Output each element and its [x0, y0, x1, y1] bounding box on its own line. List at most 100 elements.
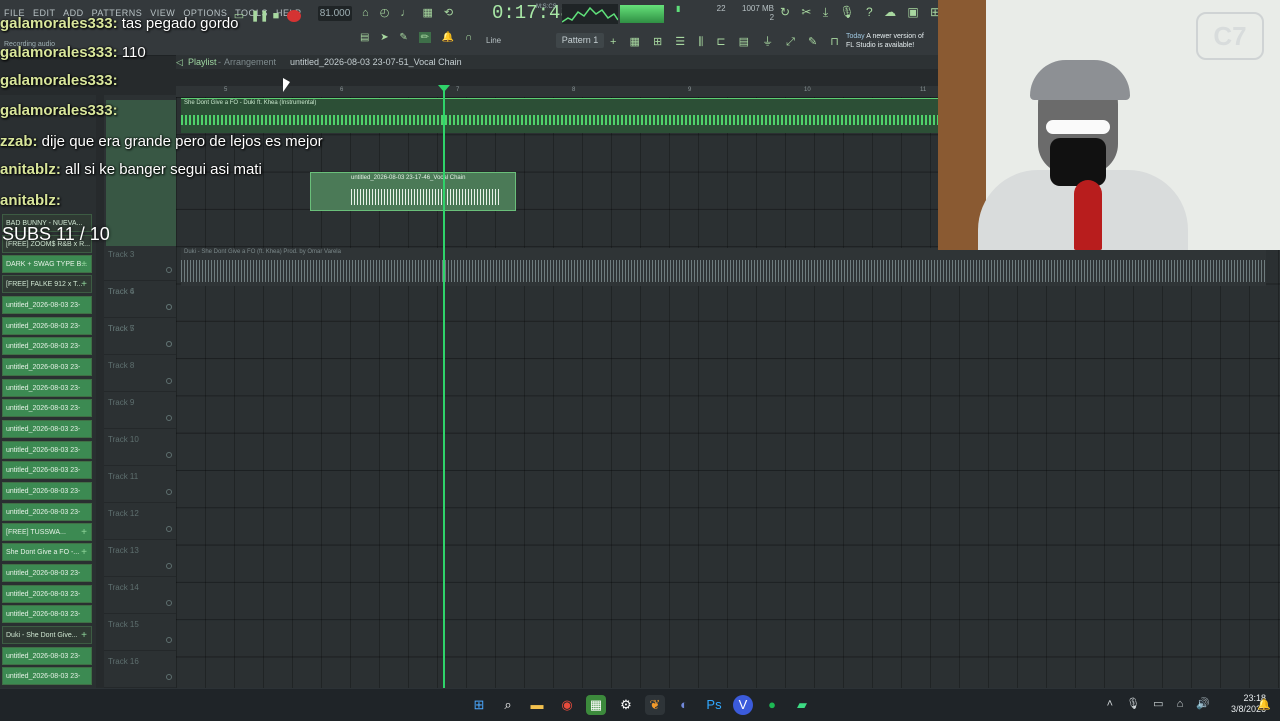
bell-icon[interactable]: 🔔: [442, 32, 454, 43]
browser-item[interactable]: untitled_2026-08-03 23-: [2, 503, 92, 521]
track-led-icon[interactable]: [166, 526, 172, 532]
cloud-icon[interactable]: ☁: [884, 5, 896, 19]
track-led-icon[interactable]: [166, 600, 172, 606]
news-panel[interactable]: Today A newer version of FL Studio is av…: [846, 32, 936, 50]
metronome-icon[interactable]: ⌂: [362, 7, 369, 19]
windows-start-icon[interactable]: ⊞: [469, 695, 489, 715]
browser-icon[interactable]: ⊏: [716, 36, 725, 48]
mixer-icon[interactable]: ⫼: [698, 36, 703, 48]
browser-item[interactable]: DARK + SWAG TYPE B...: [2, 255, 92, 273]
magnet-icon[interactable]: ∩: [465, 32, 472, 43]
browser-item[interactable]: untitled_2026-08-03 23-: [2, 296, 92, 314]
spotify-icon[interactable]: ●: [762, 695, 782, 715]
step-edit-icon[interactable]: ▦: [422, 7, 432, 19]
browser-item[interactable]: untitled_2026-08-03 23-: [2, 564, 92, 582]
track-led-icon[interactable]: [166, 563, 172, 569]
browser-item[interactable]: untitled_2026-08-03 23-: [2, 317, 92, 335]
track-header[interactable]: Track 8: [104, 355, 176, 392]
channel-rack-icon[interactable]: ⊞: [653, 36, 662, 48]
browser-item[interactable]: untitled_2026-08-03 23-: [2, 420, 92, 438]
tray-display-icon[interactable]: ▭: [1153, 698, 1163, 710]
pencil-icon[interactable]: ✎: [808, 36, 817, 48]
tempo-display[interactable]: 81.000: [318, 6, 352, 21]
photoshop-icon[interactable]: Ps: [704, 695, 724, 715]
plugin-picker-icon[interactable]: ▤: [739, 36, 749, 48]
track-header[interactable]: Track 11: [104, 466, 176, 503]
track-led-icon[interactable]: [166, 674, 172, 680]
browser-item[interactable]: untitled_2026-08-03 23-: [2, 379, 92, 397]
track-header[interactable]: Track 15: [104, 614, 176, 651]
draw-icon[interactable]: ✏: [418, 32, 431, 43]
download-icon[interactable]: ⤓: [823, 5, 828, 19]
track-led-icon[interactable]: [166, 378, 172, 384]
search-icon[interactable]: ⌕: [498, 695, 518, 715]
browser-item[interactable]: untitled_2026-08-03 23-: [2, 605, 92, 623]
track-led-icon[interactable]: [166, 304, 172, 310]
arrangement-label[interactable]: Arrangement: [224, 57, 276, 67]
track-led-icon[interactable]: [166, 341, 172, 347]
steam-icon[interactable]: ⚙: [616, 695, 636, 715]
browser-item[interactable]: Duki - She Dont Give...: [2, 626, 92, 644]
timeline-ruler[interactable]: 5 6 7 8 9 10 11: [176, 86, 938, 97]
tray-chevron-icon[interactable]: ˄: [1107, 698, 1113, 710]
stop-icon[interactable]: ■: [269, 10, 283, 22]
fl-studio-icon[interactable]: ❦: [645, 695, 665, 715]
track-header[interactable]: Track 10: [104, 429, 176, 466]
loop-record-icon[interactable]: ⟲: [444, 7, 453, 19]
scissors-icon[interactable]: ✂: [801, 5, 811, 19]
audio-clip-reference[interactable]: Duki - She Dont Give a FO (ft. Khea) Pro…: [181, 248, 1266, 286]
track-header[interactable]: Track 3: [104, 244, 176, 281]
browser-item[interactable]: untitled_2026-08-03 23-: [2, 482, 92, 500]
track-header[interactable]: Track 12: [104, 503, 176, 540]
track-header[interactable]: Track 16: [104, 651, 176, 688]
help-icon[interactable]: ?: [866, 5, 873, 19]
file-explorer-icon[interactable]: ▬: [527, 695, 547, 715]
tray-mic-icon[interactable]: 🎙: [1126, 698, 1140, 710]
browser-item[interactable]: [FREE] TUSSWA...: [2, 523, 92, 541]
playhead[interactable]: [443, 86, 445, 688]
refresh-icon[interactable]: ↻: [780, 5, 790, 19]
play-arrow-icon[interactable]: ➤: [380, 32, 388, 43]
playhead-marker-icon[interactable]: [438, 85, 450, 92]
track-header[interactable]: Track 14: [104, 577, 176, 614]
link-icon[interactable]: ⤢: [786, 36, 795, 48]
browser-item[interactable]: untitled_2026-08-03 23-: [2, 667, 92, 685]
pattern-selector[interactable]: Pattern 1: [556, 33, 604, 48]
browser-item[interactable]: untitled_2026-08-03 23-: [2, 461, 92, 479]
browser-item[interactable]: untitled_2026-08-03 23-: [2, 358, 92, 376]
track-led-icon[interactable]: [166, 452, 172, 458]
track-led-icon[interactable]: [166, 489, 172, 495]
save-icon[interactable]: ▣: [907, 5, 918, 19]
tempo-icon[interactable]: ⏚: [762, 36, 773, 48]
audio-clip-vocal[interactable]: untitled_2026-08-03 23-17-46_Vocal Chain: [310, 172, 516, 211]
browser-item[interactable]: untitled_2026-08-03 23-: [2, 585, 92, 603]
track-header[interactable]: Track 7: [104, 318, 176, 355]
game-icon[interactable]: ▰: [792, 695, 812, 715]
browser-item[interactable]: untitled_2026-08-03 23-: [2, 647, 92, 665]
browser-item[interactable]: untitled_2026-08-03 23-: [2, 441, 92, 459]
speaker-icon[interactable]: ◁: [176, 57, 183, 68]
audio-clip-instrumental[interactable]: She Dont Give a FO - Duki ft. Khea (Inst…: [181, 98, 938, 133]
track-led-icon[interactable]: [166, 637, 172, 643]
cart-icon[interactable]: ⊓: [830, 36, 839, 48]
track-header[interactable]: Track 13: [104, 540, 176, 577]
browser-item[interactable]: She Dont Give a FO -...: [2, 543, 92, 561]
track-header[interactable]: Track 9: [104, 392, 176, 429]
countdown-icon[interactable]: ♩: [400, 7, 411, 19]
playlist-window-icon[interactable]: ▦: [630, 36, 640, 48]
minecraft-icon[interactable]: ▦: [586, 695, 606, 715]
track-led-icon[interactable]: [166, 415, 172, 421]
track-led-icon[interactable]: [166, 267, 172, 273]
mic-icon[interactable]: 🎙: [839, 5, 854, 19]
pause-icon[interactable]: ❚❚: [250, 10, 268, 22]
chrome-icon[interactable]: ◉: [557, 695, 577, 715]
track-header[interactable]: Track 6: [104, 281, 176, 318]
tray-volume-icon[interactable]: 🔊: [1196, 698, 1210, 710]
discord-icon[interactable]: ◐: [674, 695, 694, 715]
notification-bell-icon[interactable]: 🔔: [1254, 695, 1274, 715]
browser-item[interactable]: untitled_2026-08-03 23-: [2, 337, 92, 355]
piano-icon[interactable]: ▤: [360, 32, 369, 43]
browser-item[interactable]: untitled_2026-08-03 23-: [2, 399, 92, 417]
snap-select[interactable]: Line: [486, 36, 501, 45]
tray-network-icon[interactable]: ⌂: [1177, 698, 1184, 710]
